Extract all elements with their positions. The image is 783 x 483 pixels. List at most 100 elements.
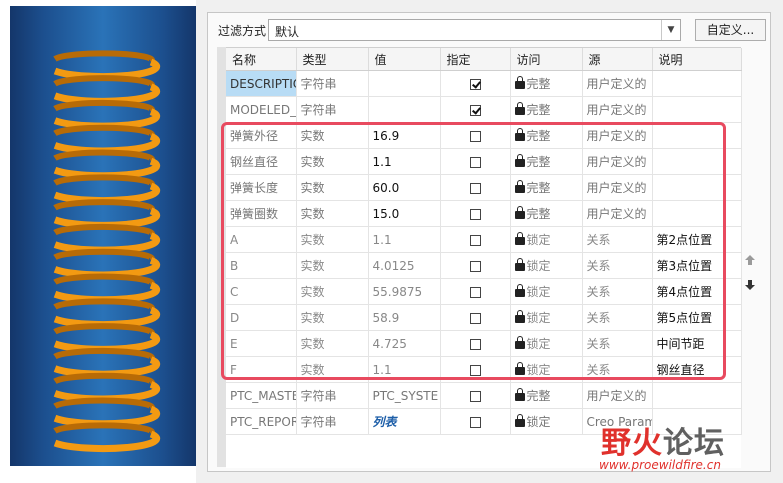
param-value-cell[interactable]	[368, 70, 441, 97]
param-desc-cell[interactable]: 第3点位置	[652, 252, 742, 279]
param-name-cell[interactable]: 弹簧外径	[226, 122, 297, 149]
param-type-cell[interactable]: 字符串	[296, 70, 369, 97]
designated-checkbox[interactable]	[469, 338, 481, 350]
param-access-cell[interactable]: 锁定	[510, 226, 583, 253]
param-desc-cell[interactable]: 第2点位置	[652, 226, 742, 253]
param-source-cell[interactable]: 关系	[582, 356, 653, 383]
table-row[interactable]: B 实数 4.0125 锁定 关系 第3点位置	[226, 252, 742, 279]
param-value-cell[interactable]: 列表	[368, 408, 441, 435]
filter-dropdown[interactable]: 默认 ▼	[268, 19, 681, 41]
column-header[interactable]: 源	[582, 48, 653, 71]
param-type-cell[interactable]: 字符串	[296, 96, 369, 123]
param-type-cell[interactable]: 实数	[296, 330, 369, 357]
table-row[interactable]: D 实数 58.9 锁定 关系 第5点位置	[226, 304, 742, 331]
param-value-cell[interactable]: 1.1	[368, 226, 441, 253]
column-header[interactable]: 说明	[652, 48, 742, 71]
arrow-down-icon[interactable]	[744, 279, 756, 291]
param-value-cell[interactable]: 58.9	[368, 304, 441, 331]
param-type-cell[interactable]: 实数	[296, 174, 369, 201]
table-row[interactable]: 弹簧外径 实数 16.9 完整 用户定义的	[226, 122, 742, 149]
param-source-cell[interactable]: 用户定义的	[582, 200, 653, 227]
param-access-cell[interactable]: 锁定	[510, 356, 583, 383]
param-desc-cell[interactable]: 第5点位置	[652, 304, 742, 331]
param-type-cell[interactable]: 实数	[296, 200, 369, 227]
param-designated-cell[interactable]	[440, 382, 511, 409]
param-access-cell[interactable]: 完整	[510, 96, 583, 123]
chevron-down-icon[interactable]: ▼	[661, 20, 680, 40]
table-row[interactable]: F 实数 1.1 锁定 关系 钢丝直径	[226, 356, 742, 383]
column-header[interactable]: 值	[368, 48, 441, 71]
designated-checkbox[interactable]	[469, 78, 481, 90]
column-header[interactable]: 指定	[440, 48, 511, 71]
designated-checkbox[interactable]	[469, 182, 481, 194]
parameters-table[interactable]: 名称 类型值指定 访问源说明 DESCRIPTIO 字符串 完整 用户定义的 MODELED…	[226, 47, 742, 468]
param-type-cell[interactable]: 实数	[296, 278, 369, 305]
param-access-cell[interactable]: 锁定	[510, 330, 583, 357]
column-header[interactable]: 访问	[510, 48, 583, 71]
table-row[interactable]: E 实数 4.725 锁定 关系 中间节距	[226, 330, 742, 357]
param-desc-cell[interactable]: 中间节距	[652, 330, 742, 357]
table-row[interactable]: 弹簧圈数 实数 15.0 完整 用户定义的	[226, 200, 742, 227]
param-value-cell[interactable]: PTC_SYSTE	[368, 382, 441, 409]
param-source-cell[interactable]: 用户定义的	[582, 96, 653, 123]
param-designated-cell[interactable]	[440, 304, 511, 331]
param-access-cell[interactable]: 锁定	[510, 252, 583, 279]
param-designated-cell[interactable]	[440, 330, 511, 357]
designated-checkbox[interactable]	[469, 208, 481, 220]
table-row[interactable]: 弹簧长度 实数 60.0 完整 用户定义的	[226, 174, 742, 201]
column-header[interactable]: 类型	[296, 48, 369, 71]
param-desc-cell[interactable]	[652, 200, 742, 227]
param-desc-cell[interactable]	[652, 122, 742, 149]
param-name-cell[interactable]: DESCRIPTIO	[226, 70, 297, 97]
designated-checkbox[interactable]	[469, 156, 481, 168]
table-row[interactable]: DESCRIPTIO 字符串 完整 用户定义的	[226, 70, 742, 97]
param-desc-cell[interactable]	[652, 148, 742, 175]
param-source-cell[interactable]: 关系	[582, 304, 653, 331]
param-type-cell[interactable]: 实数	[296, 148, 369, 175]
param-value-cell[interactable]: 55.9875	[368, 278, 441, 305]
param-name-cell[interactable]: 弹簧圈数	[226, 200, 297, 227]
param-value-cell[interactable]: 15.0	[368, 200, 441, 227]
param-access-cell[interactable]: 完整	[510, 382, 583, 409]
param-source-cell[interactable]: 用户定义的	[582, 148, 653, 175]
param-designated-cell[interactable]	[440, 252, 511, 279]
param-source-cell[interactable]: 关系	[582, 278, 653, 305]
param-source-cell[interactable]: 关系	[582, 252, 653, 279]
param-designated-cell[interactable]	[440, 200, 511, 227]
column-header[interactable]: 名称	[226, 48, 297, 71]
table-row[interactable]: C 实数 55.9875 锁定 关系 第4点位置	[226, 278, 742, 305]
param-desc-cell[interactable]	[652, 70, 742, 97]
param-access-cell[interactable]: 锁定	[510, 278, 583, 305]
designated-checkbox[interactable]	[469, 104, 481, 116]
param-designated-cell[interactable]	[440, 148, 511, 175]
param-access-cell[interactable]: 完整	[510, 200, 583, 227]
param-access-cell[interactable]: 完整	[510, 70, 583, 97]
designated-checkbox[interactable]	[469, 416, 481, 428]
param-value-cell[interactable]	[368, 96, 441, 123]
table-row[interactable]: A 实数 1.1 锁定 关系 第2点位置	[226, 226, 742, 253]
table-row[interactable]: 钢丝直径 实数 1.1 完整 用户定义的	[226, 148, 742, 175]
param-source-cell[interactable]: 用户定义的	[582, 174, 653, 201]
param-access-cell[interactable]: 锁定	[510, 304, 583, 331]
param-name-cell[interactable]: A	[226, 226, 297, 253]
param-value-cell[interactable]: 1.1	[368, 148, 441, 175]
param-desc-cell[interactable]	[652, 174, 742, 201]
param-name-cell[interactable]: D	[226, 304, 297, 331]
arrow-up-icon[interactable]	[744, 254, 756, 266]
param-source-cell[interactable]: 关系	[582, 330, 653, 357]
param-name-cell[interactable]: 钢丝直径	[226, 148, 297, 175]
param-type-cell[interactable]: 实数	[296, 122, 369, 149]
param-value-cell[interactable]: 60.0	[368, 174, 441, 201]
param-desc-cell[interactable]	[652, 382, 742, 409]
param-source-cell[interactable]: 用户定义的	[582, 382, 653, 409]
designated-checkbox[interactable]	[469, 312, 481, 324]
table-row[interactable]: MODELED_ 字符串 完整 用户定义的	[226, 96, 742, 123]
param-designated-cell[interactable]	[440, 278, 511, 305]
param-source-cell[interactable]: 关系	[582, 226, 653, 253]
param-name-cell[interactable]: PTC_REPOR	[226, 408, 297, 435]
designated-checkbox[interactable]	[469, 260, 481, 272]
param-type-cell[interactable]: 实数	[296, 304, 369, 331]
param-access-cell[interactable]: 锁定	[510, 408, 583, 435]
param-desc-cell[interactable]	[652, 96, 742, 123]
param-designated-cell[interactable]	[440, 408, 511, 435]
